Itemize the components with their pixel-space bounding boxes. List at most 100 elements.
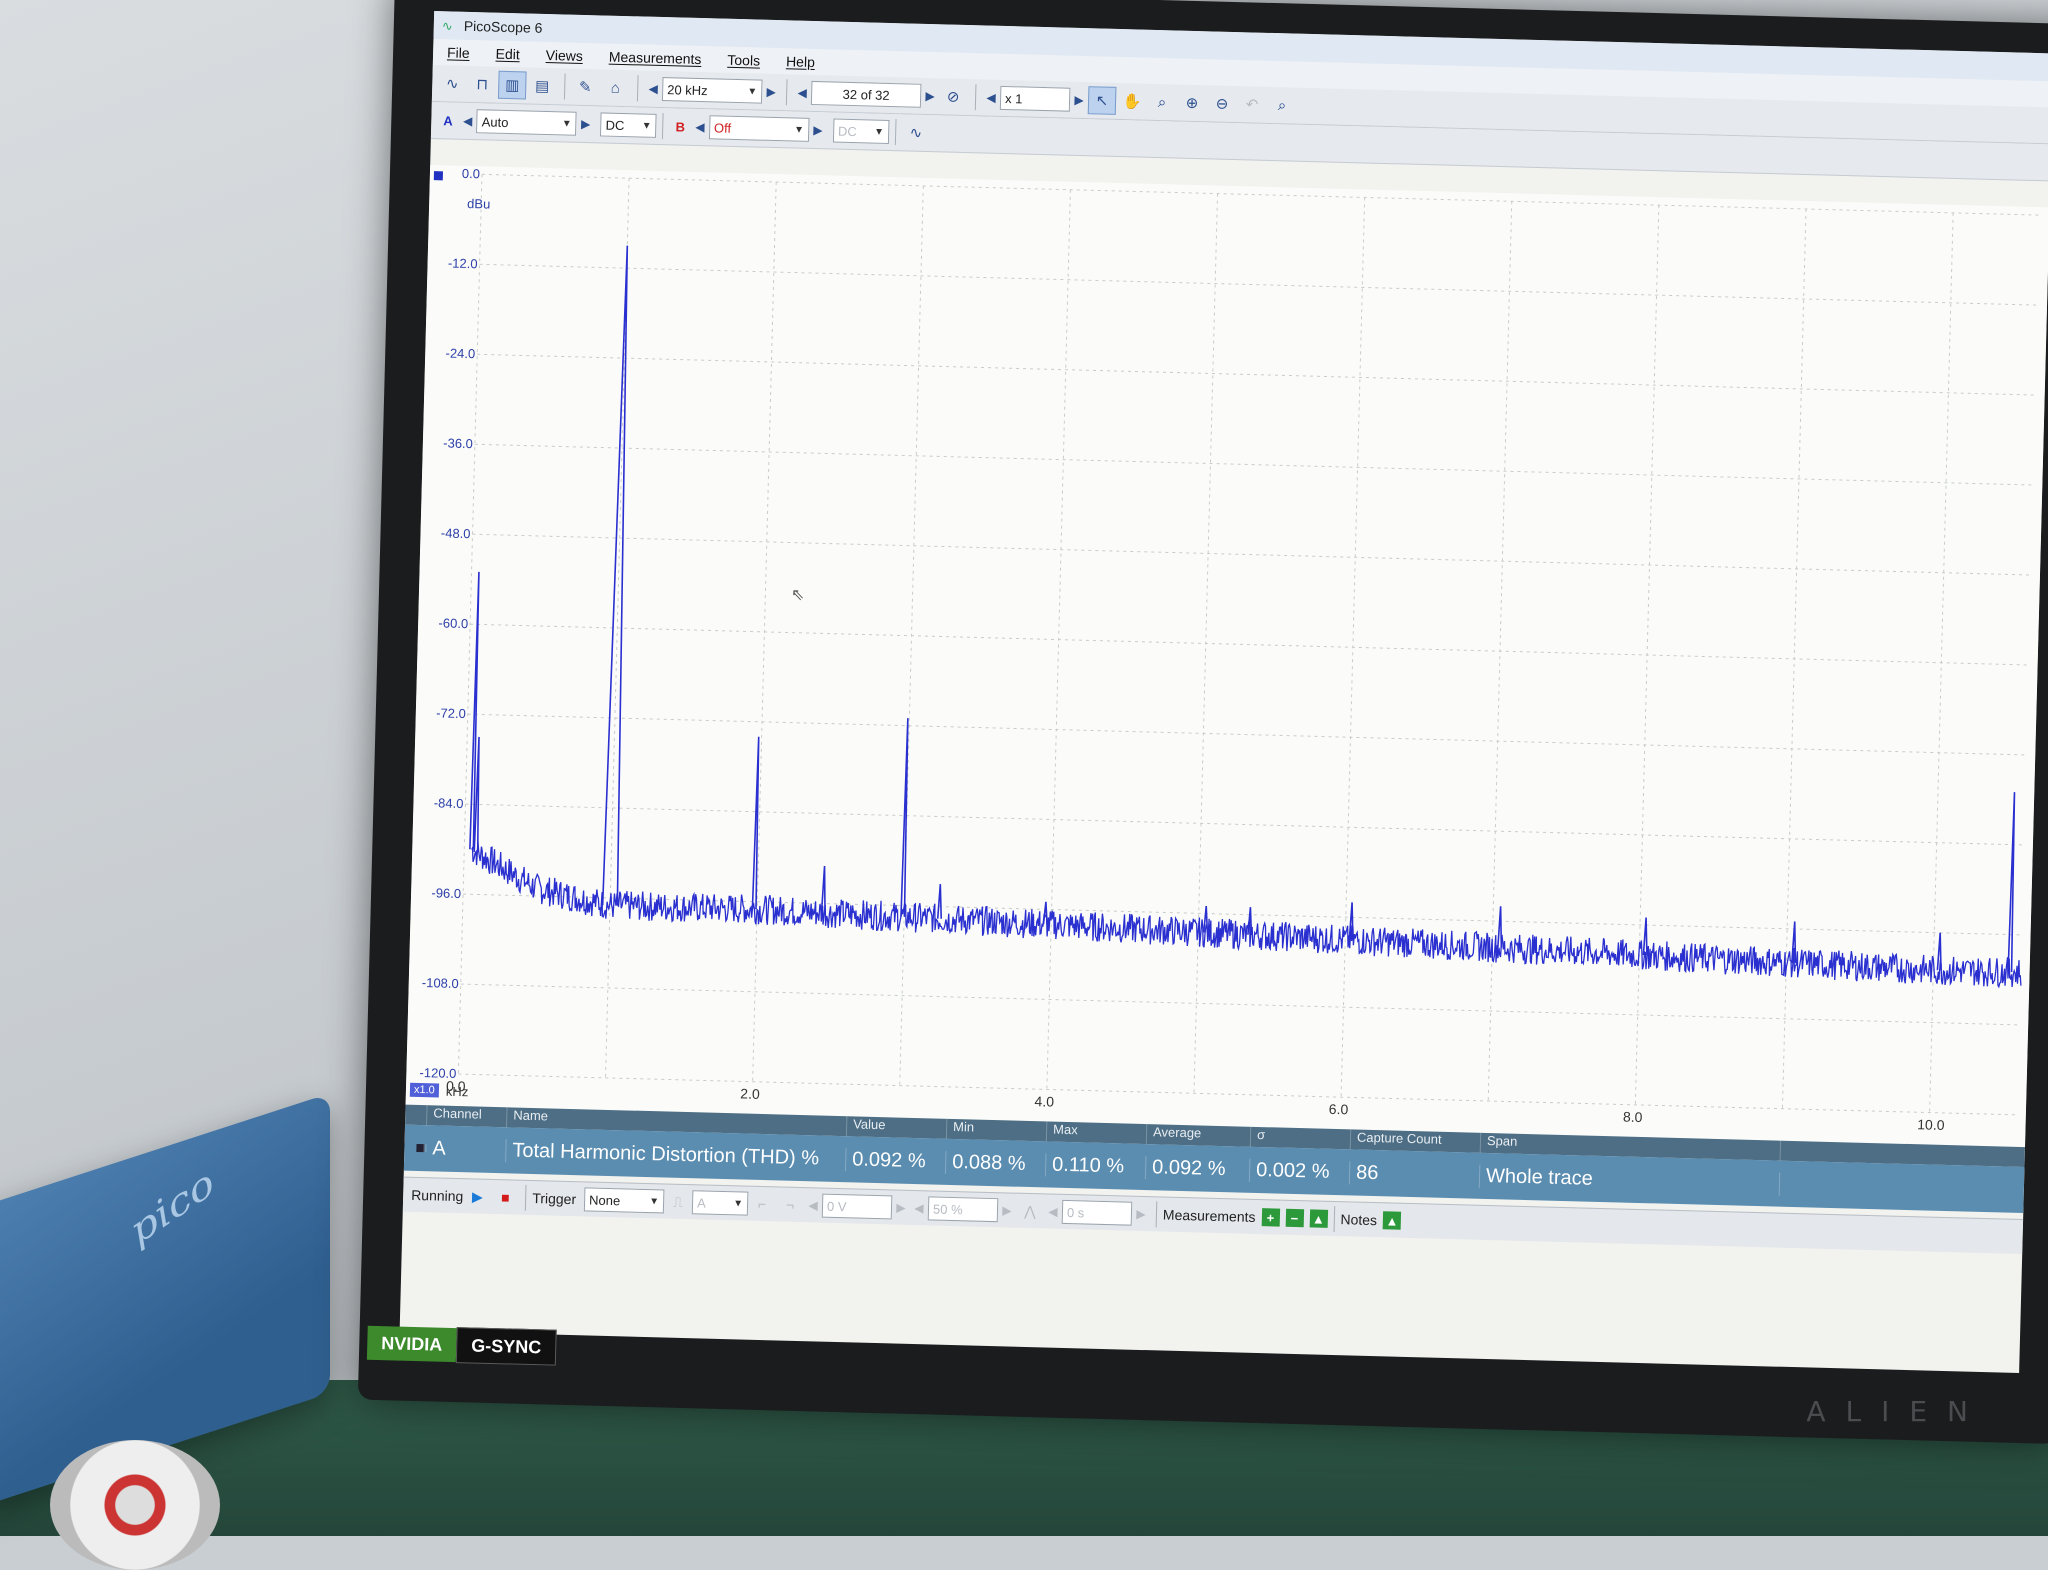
zoom-region-icon[interactable]: ⌕: [1148, 88, 1177, 117]
trigger-level-next-icon[interactable]: ▶: [892, 1195, 911, 1219]
capture-index-field[interactable]: 32 of 32: [810, 80, 922, 108]
x-scale-tag[interactable]: x1.0: [409, 1082, 439, 1098]
x-tick-label: 6.0: [1328, 1100, 1349, 1118]
cell-channel: A: [426, 1136, 507, 1162]
grid-line: [458, 1073, 2018, 1116]
menu-views[interactable]: Views: [546, 47, 583, 64]
spectrum-view[interactable]: dBu x1.0 kHz 0.0 -12.0 -24.0 -36.0 -48.0…: [405, 164, 2048, 1148]
undo-zoom-icon[interactable]: ↶: [1238, 90, 1267, 119]
trigger-mode-select[interactable]: None ▼: [583, 1187, 665, 1214]
play-icon[interactable]: ▶: [466, 1185, 489, 1208]
header-average[interactable]: Average: [1146, 1124, 1252, 1147]
edit-measurement-icon[interactable]: ▲: [1309, 1209, 1328, 1228]
trigger-position-field[interactable]: 50 %: [927, 1196, 999, 1223]
timebase-select[interactable]: 20 kHz ▼: [661, 77, 763, 104]
y-tick-label: -60.0: [438, 615, 469, 632]
header-min[interactable]: Min: [946, 1118, 1048, 1142]
home-icon[interactable]: ⌂: [601, 73, 630, 102]
zoom-out-icon[interactable]: ⊖: [1208, 89, 1237, 118]
chevron-down-icon: ▼: [733, 1197, 744, 1210]
show-notes-icon[interactable]: ▲: [1382, 1211, 1402, 1230]
channel-b-range-value: Off: [713, 119, 732, 136]
menu-edit[interactable]: Edit: [495, 46, 520, 63]
probe-icon[interactable]: ✎: [571, 73, 600, 102]
channel-a-label[interactable]: A: [443, 113, 453, 128]
channel-a-range-next-icon[interactable]: ▶: [576, 112, 595, 136]
trigger-label: Trigger: [532, 1190, 577, 1208]
trigger-level-field[interactable]: 0 V: [821, 1193, 893, 1220]
spectrum-peak: [1042, 901, 1048, 925]
zoom-prev-icon[interactable]: ◀: [982, 85, 1001, 109]
rising-edge-icon[interactable]: ⌐: [751, 1193, 774, 1216]
channel-b-range-select[interactable]: Off ▼: [708, 115, 810, 142]
device-logo: pico: [124, 1160, 221, 1254]
stop-icon[interactable]: ■: [494, 1186, 517, 1209]
scope-mode-icon[interactable]: ∿: [438, 69, 467, 98]
trigger-level-value: 0 V: [826, 1198, 847, 1214]
capture-next-icon[interactable]: ▶: [921, 84, 940, 108]
persistence-mode-icon[interactable]: ⊓: [468, 70, 497, 99]
menu-help[interactable]: Help: [786, 53, 815, 70]
channel-b-range-next-icon[interactable]: ▶: [809, 118, 828, 142]
trigger-edge-icon[interactable]: ⎍: [667, 1191, 690, 1214]
window-title: PicoScope 6: [463, 17, 543, 36]
trigger-channel-select[interactable]: A ▼: [691, 1190, 749, 1216]
picoscope-app-icon: ∿: [441, 18, 453, 34]
header-channel[interactable]: Channel: [427, 1105, 508, 1128]
signal-generator-icon[interactable]: ∿: [902, 118, 931, 147]
zoom-field[interactable]: x 1: [999, 85, 1071, 112]
menu-tools[interactable]: Tools: [727, 52, 760, 69]
separator: [662, 113, 664, 140]
cell-name: Total Harmonic Distortion (THD) %: [506, 1138, 847, 1171]
trigger-pos-prev-icon[interactable]: ◀: [910, 1196, 929, 1220]
header-sigma[interactable]: σ: [1250, 1126, 1352, 1150]
falling-edge-icon[interactable]: ¬: [779, 1193, 802, 1216]
channel-b-coupling-select[interactable]: DC ▼: [832, 118, 890, 144]
trigger-delay-next-icon[interactable]: ▶: [1132, 1202, 1151, 1226]
header-capture-count[interactable]: Capture Count: [1350, 1129, 1482, 1153]
channel-a-range-select[interactable]: Auto ▼: [476, 109, 578, 136]
trigger-delay-prev-icon[interactable]: ◀: [1044, 1199, 1063, 1223]
hand-icon[interactable]: ✋: [1118, 87, 1147, 116]
menu-measurements[interactable]: Measurements: [609, 49, 702, 67]
solder-spool: [50, 1440, 220, 1570]
spectrum-mode-icon[interactable]: ▥: [497, 70, 527, 100]
header-value[interactable]: Value: [846, 1116, 948, 1139]
grid-line: [479, 263, 2040, 306]
channel-a-range-value: Auto: [481, 113, 509, 130]
trigger-channel-value: A: [696, 1194, 706, 1211]
zoom-in-icon[interactable]: ⊕: [1178, 89, 1207, 118]
cell-sigma: 0.002 %: [1249, 1158, 1351, 1184]
channel-b-label[interactable]: B: [675, 119, 685, 134]
remove-measurement-icon[interactable]: −: [1285, 1208, 1304, 1228]
menu-file[interactable]: File: [447, 44, 470, 61]
compass-icon[interactable]: ⊘: [939, 82, 968, 111]
timebase-prev-icon[interactable]: ◀: [644, 77, 663, 101]
trigger-level-prev-icon[interactable]: ◀: [804, 1193, 823, 1217]
y-tick-label: -12.0: [447, 255, 478, 272]
channel-a-coupling-value: DC: [605, 117, 625, 133]
grid-line: [477, 353, 2037, 396]
capture-prev-icon[interactable]: ◀: [793, 80, 812, 104]
add-measurement-icon[interactable]: +: [1261, 1208, 1280, 1227]
chevron-down-icon: ▼: [641, 120, 652, 132]
zoom-next-icon[interactable]: ▶: [1070, 88, 1089, 112]
channel-b-range-prev-icon[interactable]: ◀: [691, 115, 710, 139]
y-tick-label: -96.0: [431, 885, 462, 902]
cell-span: Whole trace: [1479, 1164, 1781, 1196]
timebase-next-icon[interactable]: ▶: [762, 80, 781, 104]
trigger-delay-field[interactable]: 0 s: [1061, 1199, 1133, 1226]
y-tick-label: -84.0: [433, 795, 464, 812]
header-max[interactable]: Max: [1046, 1121, 1148, 1145]
channel-a-range-prev-icon[interactable]: ◀: [458, 109, 477, 133]
x-tick-label: 8.0: [1622, 1108, 1643, 1126]
y-tick-label: -72.0: [435, 705, 467, 722]
trigger-pos-next-icon[interactable]: ▶: [998, 1198, 1017, 1222]
pre-trigger-icon[interactable]: ⋀: [1019, 1200, 1042, 1223]
zoom-fit-icon[interactable]: ⌕: [1268, 91, 1297, 120]
spectrum-options-icon[interactable]: ▤: [528, 72, 557, 101]
separator: [636, 75, 639, 102]
channel-a-coupling-select[interactable]: DC ▼: [600, 112, 657, 138]
pointer-icon[interactable]: ↖: [1087, 86, 1117, 115]
separator: [1333, 1205, 1335, 1233]
